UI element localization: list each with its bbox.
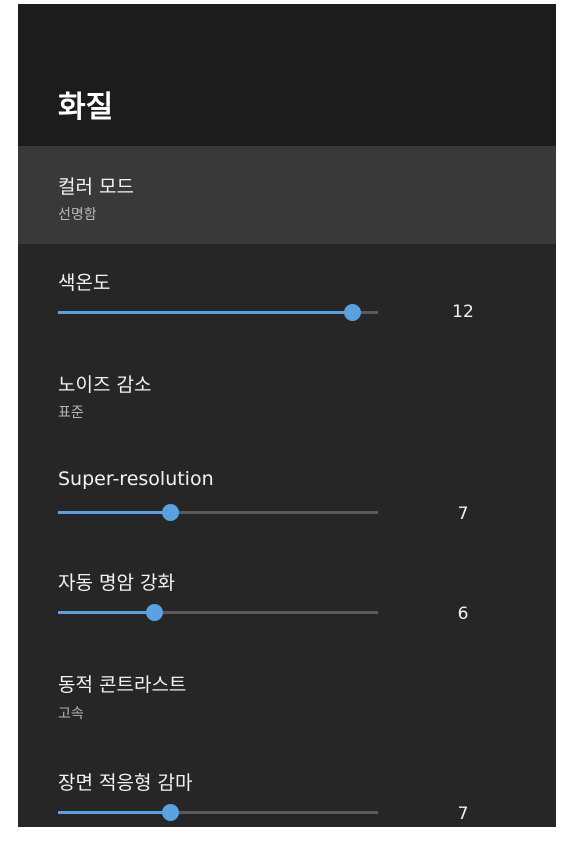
auto-contrast-slider[interactable] xyxy=(58,604,378,621)
color-mode-value: 선명함 xyxy=(58,207,97,223)
slider-fill xyxy=(58,811,170,814)
menu-item-color-temperature[interactable]: 색온도 12 xyxy=(18,244,556,344)
menu-item-super-resolution[interactable]: Super-resolution 7 xyxy=(18,444,556,544)
scene-gamma-value: 7 xyxy=(457,804,469,824)
noise-reduction-label: 노이즈 감소 xyxy=(58,374,152,396)
slider-fill xyxy=(58,511,170,514)
noise-reduction-value: 표준 xyxy=(58,405,84,421)
super-resolution-slider[interactable] xyxy=(58,504,378,521)
super-resolution-value: 7 xyxy=(457,504,469,524)
menu-item-auto-contrast-enhancement[interactable]: 자동 명암 강화 6 xyxy=(18,544,556,644)
menu-item-color-mode[interactable]: 컬러 모드 선명함 xyxy=(18,146,556,244)
slider-knob[interactable] xyxy=(146,604,163,621)
auto-contrast-label: 자동 명암 강화 xyxy=(58,572,175,594)
scene-gamma-slider[interactable] xyxy=(58,804,378,821)
menu-item-dynamic-contrast[interactable]: 동적 콘트라스트 고속 xyxy=(18,644,556,744)
slider-knob[interactable] xyxy=(162,804,179,821)
slider-knob[interactable] xyxy=(162,504,179,521)
color-mode-label: 컬러 모드 xyxy=(58,176,134,198)
dynamic-contrast-label: 동적 콘트라스트 xyxy=(58,674,187,696)
page-title: 화질 xyxy=(58,90,114,125)
slider-fill xyxy=(58,611,154,614)
color-temperature-value: 12 xyxy=(452,302,474,322)
color-temperature-label: 색온도 xyxy=(58,272,111,294)
slider-knob[interactable] xyxy=(344,304,362,321)
super-resolution-label: Super-resolution xyxy=(58,468,214,490)
menu-item-noise-reduction[interactable]: 노이즈 감소 표준 xyxy=(18,344,556,444)
settings-panel: 화질 컬러 모드 선명함 색온도 12 노이즈 감소 표준 Super-reso… xyxy=(18,4,556,827)
slider-fill xyxy=(58,311,353,314)
dynamic-contrast-value: 고속 xyxy=(58,706,84,722)
menu-item-scene-adaptive-gamma[interactable]: 장면 적응형 감마 7 xyxy=(18,744,556,827)
header: 화질 xyxy=(18,4,556,146)
color-temperature-slider[interactable] xyxy=(58,304,378,321)
auto-contrast-value: 6 xyxy=(457,604,469,624)
scene-gamma-label: 장면 적응형 감마 xyxy=(58,772,193,794)
